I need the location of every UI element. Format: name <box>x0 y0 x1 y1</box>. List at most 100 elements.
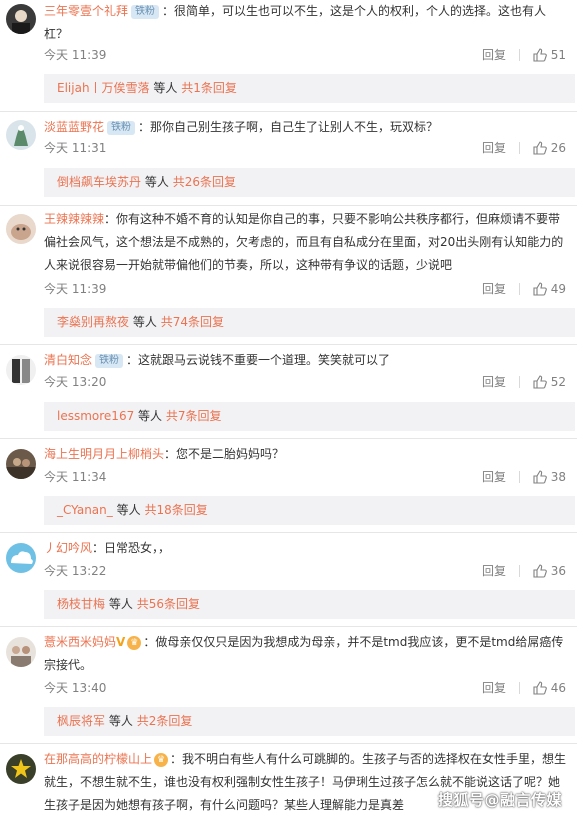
comment-text: ：那你自己别生孩子啊，自己生了让别人不生，玩双标？ <box>138 120 439 134</box>
reply-summary[interactable]: 李燊别再熬夜 等人 共74条回复 <box>44 308 575 337</box>
divider <box>0 111 577 112</box>
username[interactable]: 丿幻吟风 <box>44 541 92 555</box>
divider <box>0 532 577 533</box>
username[interactable]: 薏米西米妈妈 <box>44 635 116 649</box>
reply-button[interactable]: 回复 <box>482 279 506 299</box>
divider <box>0 205 577 206</box>
avatar[interactable] <box>6 543 36 573</box>
divider <box>0 743 577 744</box>
reply-count-link[interactable]: 共74条回复 <box>161 315 224 329</box>
reply-button[interactable]: 回复 <box>482 678 506 698</box>
avatar[interactable] <box>6 214 36 244</box>
reply-summary[interactable]: Elijah丨万俟雪落 等人 共1条回复 <box>44 74 575 103</box>
timestamp: 今天 13:20 <box>44 375 107 389</box>
reply-summary[interactable]: 杨枝甘梅 等人 共56条回复 <box>44 590 575 619</box>
watermark: 搜狐号@融言传媒 <box>438 791 563 809</box>
like-button[interactable]: 49 <box>533 279 566 299</box>
divider <box>519 376 520 388</box>
thumbs-up-icon <box>533 564 547 578</box>
reply-summary[interactable]: _CYanan_ 等人 共18条回复 <box>44 496 575 525</box>
timestamp: 今天 11:34 <box>44 470 107 484</box>
like-count: 38 <box>550 470 566 484</box>
username[interactable]: 三年零壹个礼拜 <box>44 4 128 18</box>
reply-button[interactable]: 回复 <box>482 561 506 581</box>
thumbs-up-icon <box>533 282 547 296</box>
reply-users[interactable]: Elijah丨万俟雪落 <box>57 81 150 95</box>
like-count: 49 <box>550 282 566 296</box>
like-button[interactable]: 52 <box>533 372 566 392</box>
divider <box>0 344 577 345</box>
username[interactable]: 在那高高的柠檬山上 <box>44 752 152 766</box>
timestamp: 今天 13:22 <box>44 564 107 578</box>
avatar[interactable] <box>6 754 36 784</box>
thumbs-up-icon <box>533 470 547 484</box>
like-button[interactable]: 36 <box>533 561 566 581</box>
like-count: 51 <box>550 48 566 62</box>
thumbs-up-icon <box>533 375 547 389</box>
divider <box>0 626 577 627</box>
reply-count-link[interactable]: 共7条回复 <box>166 409 222 423</box>
avatar[interactable] <box>6 355 36 385</box>
avatar[interactable] <box>6 4 36 34</box>
divider <box>0 438 577 439</box>
reply-button[interactable]: 回复 <box>482 138 506 158</box>
reply-summary[interactable]: 枫辰将军 等人 共2条回复 <box>44 707 575 736</box>
like-button[interactable]: 38 <box>533 467 566 487</box>
like-count: 36 <box>550 564 566 578</box>
reply-count-link[interactable]: 共56条回复 <box>137 597 200 611</box>
reply-count-link[interactable]: 共26条回复 <box>173 175 236 189</box>
reply-suffix: 等人 <box>144 175 169 189</box>
like-count: 46 <box>550 681 566 695</box>
thumbs-up-icon <box>533 141 547 155</box>
timestamp: 今天 11:39 <box>44 48 107 62</box>
reply-count-link[interactable]: 共1条回复 <box>181 81 237 95</box>
reply-summary[interactable]: 倒档飙车埃苏丹 等人 共26条回复 <box>44 168 575 197</box>
reply-suffix: 等人 <box>138 409 163 423</box>
username[interactable]: 清白知念 <box>44 353 92 367</box>
reply-users[interactable]: 枫辰将军 <box>57 714 105 728</box>
reply-users[interactable]: lessmore167 <box>57 409 134 423</box>
reply-count-link[interactable]: 共18条回复 <box>144 503 207 517</box>
avatar[interactable] <box>6 449 36 479</box>
reply-users[interactable]: _CYanan_ <box>57 503 113 517</box>
timestamp: 今天 11:39 <box>44 282 107 296</box>
comment-text: ：日常恐女，， <box>92 541 171 555</box>
thumbs-up-icon <box>533 48 547 62</box>
timestamp: 今天 13:40 <box>44 681 107 695</box>
reply-summary[interactable]: lessmore167 等人 共7条回复 <box>44 402 575 431</box>
reply-suffix: 等人 <box>108 714 133 728</box>
reply-suffix: 等人 <box>153 81 178 95</box>
like-button[interactable]: 51 <box>533 45 566 65</box>
avatar[interactable] <box>6 120 36 150</box>
reply-button[interactable]: 回复 <box>482 467 506 487</box>
comment-text: ：你有这种不婚不育的认知是你自己的事，只要不影响公共秩序都行，但麻烦请不要带偏社… <box>44 212 564 272</box>
thumbs-up-icon <box>533 681 547 695</box>
like-count: 26 <box>550 141 566 155</box>
like-button[interactable]: 46 <box>533 678 566 698</box>
username[interactable]: 淡蓝蓝野花 <box>44 120 104 134</box>
fan-badge: 铁粉 <box>107 121 136 135</box>
reply-users[interactable]: 李燊别再熬夜 <box>57 315 129 329</box>
comment-text: ：您不是二胎妈妈吗？ <box>164 447 285 461</box>
reply-button[interactable]: 回复 <box>482 372 506 392</box>
reply-count-link[interactable]: 共2条回复 <box>137 714 193 728</box>
reply-users[interactable]: 杨枝甘梅 <box>57 597 105 611</box>
username[interactable]: 王辣辣辣辣 <box>44 212 104 226</box>
vip-icon: V <box>116 635 126 649</box>
crown-icon: ♛ <box>127 636 142 650</box>
reply-users[interactable]: 倒档飙车埃苏丹 <box>57 175 141 189</box>
divider <box>519 682 520 694</box>
username[interactable]: 海上生明月月上柳梢头 <box>44 447 164 461</box>
reply-suffix: 等人 <box>132 315 157 329</box>
like-count: 52 <box>550 375 566 389</box>
crown-icon: ♛ <box>154 753 169 767</box>
reply-suffix: 等人 <box>108 597 133 611</box>
divider <box>519 142 520 154</box>
reply-suffix: 等人 <box>116 503 141 517</box>
fan-badge: 铁粉 <box>95 354 124 368</box>
avatar[interactable] <box>6 637 36 667</box>
like-button[interactable]: 26 <box>533 138 566 158</box>
reply-button[interactable]: 回复 <box>482 45 506 65</box>
divider <box>519 49 520 61</box>
divider <box>519 565 520 577</box>
